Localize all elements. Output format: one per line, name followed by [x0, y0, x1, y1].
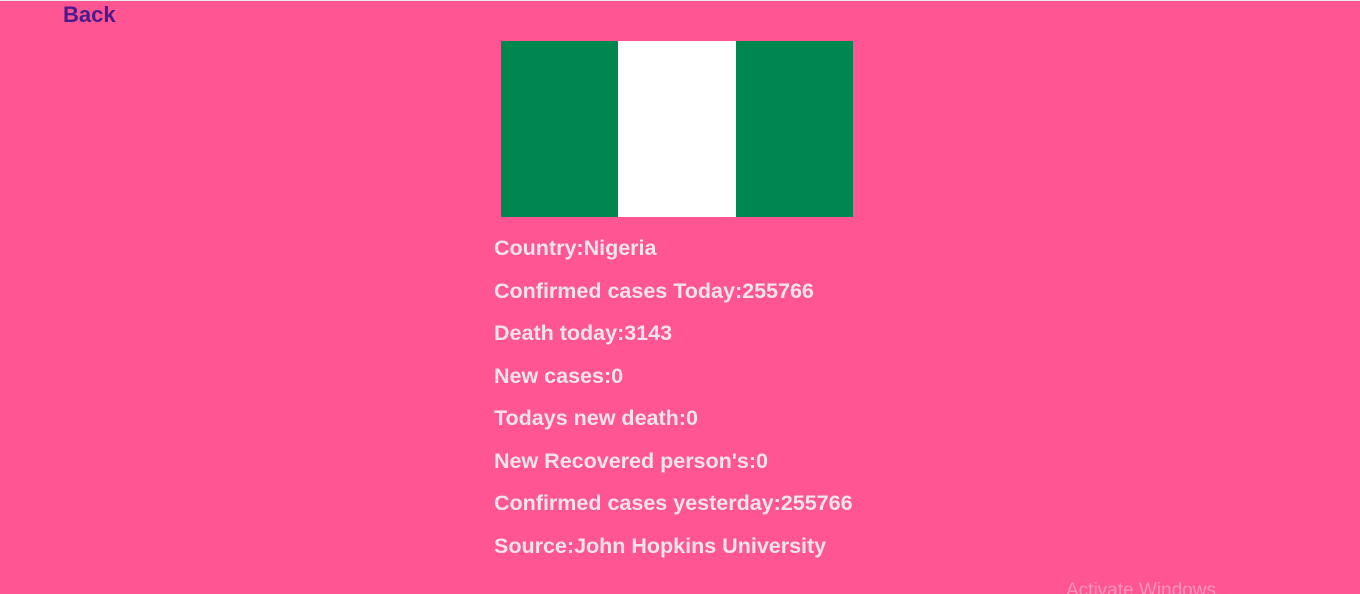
country-stats-list: Country:Nigeria Confirmed cases Today:25… — [494, 234, 853, 574]
stat-new-recovered: New Recovered person's:0 — [494, 448, 768, 473]
activate-windows-watermark: Activate Windows — [1066, 580, 1216, 594]
flag-stripe-middle — [618, 41, 736, 217]
back-link[interactable]: Back — [63, 2, 116, 28]
stat-confirmed-today: Confirmed cases Today:255766 — [494, 278, 814, 303]
stat-new-cases: New cases:0 — [494, 363, 624, 388]
stat-new-deaths: Todays new death:0 — [494, 406, 698, 430]
stat-country: Country:Nigeria — [494, 236, 657, 260]
flag-stripe-right — [735, 41, 853, 217]
flag-stripe-left — [501, 41, 619, 217]
stat-source: Source:John Hopkins University — [494, 533, 827, 558]
nigeria-flag-image — [501, 41, 853, 217]
stat-confirmed-yesterday: Confirmed cases yesterday:255766 — [494, 491, 853, 515]
stat-death-today: Death today:3143 — [494, 321, 673, 345]
